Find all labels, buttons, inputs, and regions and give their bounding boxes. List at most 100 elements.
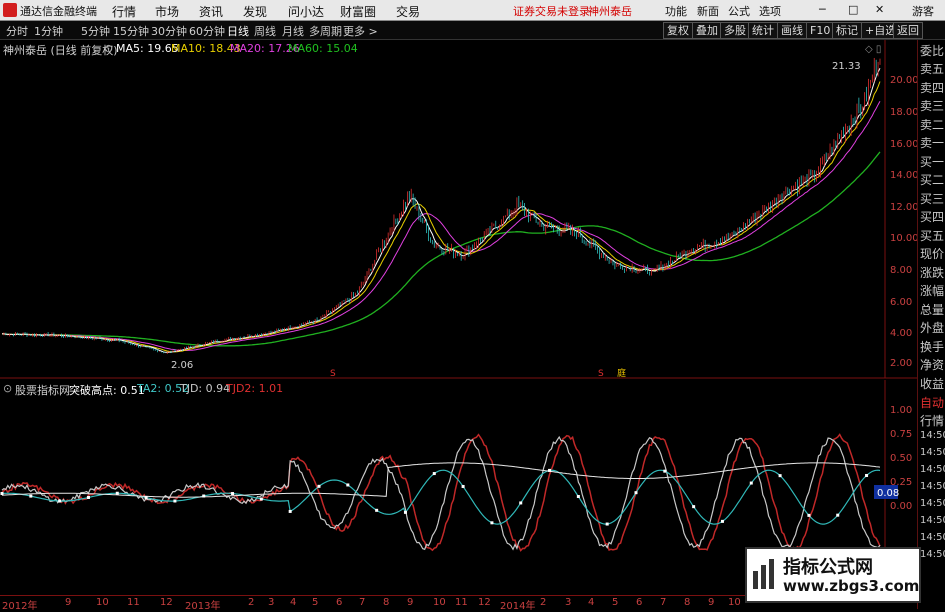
ind-tick-075: 0.75 bbox=[890, 429, 913, 440]
rp-item[interactable]: 卖三 bbox=[920, 97, 944, 114]
tab-intraday[interactable]: 分时 bbox=[6, 23, 28, 39]
breakout-dot bbox=[403, 510, 407, 514]
y-tick-6: 6.00 bbox=[890, 297, 913, 308]
menu-formula[interactable]: 公式 bbox=[728, 3, 750, 19]
breakout-dot bbox=[86, 495, 90, 499]
breakout-dot bbox=[576, 495, 580, 499]
breakout-dot bbox=[663, 469, 667, 473]
stats-button[interactable]: 统计 bbox=[748, 22, 778, 39]
watermark-url: www.zbgs3.com bbox=[783, 577, 920, 595]
rp-item[interactable]: 收益 bbox=[920, 375, 944, 392]
breakout-dot bbox=[720, 519, 724, 523]
rp-item[interactable]: 换手 bbox=[920, 338, 944, 355]
multi-stock-button[interactable]: 多股 bbox=[720, 22, 750, 39]
menu-trade[interactable]: 交易 bbox=[396, 3, 420, 20]
rp-item[interactable]: 买一 bbox=[920, 153, 944, 170]
overlay-button[interactable]: 叠加 bbox=[692, 22, 722, 39]
x-tick: 7 bbox=[359, 597, 366, 608]
draw-line-button[interactable]: 画线 bbox=[777, 22, 807, 39]
rp-item[interactable]: 净资 bbox=[920, 356, 944, 373]
tab-daily[interactable]: 日线 bbox=[227, 23, 249, 39]
rp-item[interactable]: 总量 bbox=[920, 301, 944, 318]
x-tick: 4 bbox=[290, 597, 297, 608]
ma5-line bbox=[1, 67, 881, 353]
rp-time: 14:50 bbox=[920, 464, 945, 475]
watermark-banner: 指标公式网 www.zbgs3.com bbox=[745, 547, 921, 603]
menu-quotes[interactable]: 行情 bbox=[112, 3, 136, 20]
rp-item[interactable]: 买三 bbox=[920, 190, 944, 207]
menu-options[interactable]: 选项 bbox=[759, 3, 781, 19]
close-button[interactable]: ✕ bbox=[875, 3, 884, 16]
x-tick: 10 bbox=[96, 597, 109, 608]
x-tick-2014: 2014年 bbox=[500, 601, 536, 612]
rp-item[interactable]: 委比 bbox=[920, 42, 944, 59]
menu-new-page[interactable]: 新面 bbox=[697, 3, 719, 19]
rp-time: 14:50 bbox=[920, 549, 945, 560]
rp-item[interactable]: 现价 bbox=[920, 245, 944, 262]
breakout-dot bbox=[288, 509, 292, 513]
tab-weekly[interactable]: 周线 bbox=[254, 23, 276, 39]
chart-options-icon[interactable]: ◇ ▯ bbox=[865, 44, 881, 55]
menu-ask[interactable]: 问小达 bbox=[288, 3, 324, 20]
x-tick: 5 bbox=[312, 597, 319, 608]
x-tick: 9 bbox=[708, 597, 715, 608]
ind-tick-0: 0.00 bbox=[890, 501, 913, 512]
rp-item[interactable]: 卖四 bbox=[920, 79, 944, 96]
menu-discover[interactable]: 发现 bbox=[243, 3, 267, 20]
menu-function[interactable]: 功能 bbox=[665, 3, 687, 19]
rp-item[interactable]: 买五 bbox=[920, 227, 944, 244]
maximize-button[interactable]: □ bbox=[848, 3, 858, 16]
rp-quotes[interactable]: 行情 bbox=[920, 412, 944, 429]
menu-news[interactable]: 资讯 bbox=[199, 3, 223, 20]
rp-item[interactable]: 涨跌 bbox=[920, 264, 944, 281]
tab-more[interactable]: 更多 > bbox=[343, 23, 378, 39]
rp-auto[interactable]: 自动 bbox=[920, 394, 944, 411]
rp-item[interactable]: 买二 bbox=[920, 171, 944, 188]
rp-item[interactable]: 外盘 bbox=[920, 319, 944, 336]
x-tick: 9 bbox=[407, 597, 414, 608]
breakout-dots bbox=[0, 468, 869, 526]
rp-item[interactable]: 卖二 bbox=[920, 116, 944, 133]
quote-side-panel: 委比 卖五 卖四 卖三 卖二 卖一 买一 买二 买三 买四 买五 现价 涨跌 涨… bbox=[917, 40, 945, 609]
y-tick-12: 12.00 bbox=[890, 202, 919, 213]
breakout-dot bbox=[259, 497, 263, 501]
tab-30min[interactable]: 30分钟 bbox=[151, 23, 187, 39]
tab-1min[interactable]: 1分钟 bbox=[34, 23, 63, 39]
watermark-logo-icon bbox=[753, 559, 774, 589]
back-button[interactable]: 返回 bbox=[893, 22, 923, 39]
tab-monthly[interactable]: 月线 bbox=[282, 23, 304, 39]
rp-item[interactable]: 卖一 bbox=[920, 134, 944, 151]
breakout-dot bbox=[778, 474, 782, 478]
tab-5min[interactable]: 5分钟 bbox=[81, 23, 110, 39]
menu-wealth[interactable]: 财富圈 bbox=[340, 3, 376, 20]
y-tick-8: 8.00 bbox=[890, 265, 913, 276]
ta2-line bbox=[1, 469, 881, 525]
minimize-button[interactable]: ─ bbox=[819, 3, 826, 16]
rp-time: 14:50 bbox=[920, 447, 945, 458]
candlesticks bbox=[3, 57, 881, 355]
breakout-dot bbox=[231, 492, 235, 496]
rp-item[interactable]: 买四 bbox=[920, 208, 944, 225]
adjust-button[interactable]: 复权 bbox=[663, 22, 693, 39]
mark-button[interactable]: 标记 bbox=[832, 22, 862, 39]
x-tick: 4 bbox=[588, 597, 595, 608]
y-tick-10: 10.00 bbox=[890, 233, 919, 244]
f10-button[interactable]: F10 bbox=[806, 22, 835, 39]
stock-name-title: 神州泰岳 bbox=[588, 5, 632, 18]
ind-tick-1: 1.00 bbox=[890, 405, 913, 416]
x-tick-2012: 2012年 bbox=[2, 601, 38, 612]
tab-60min[interactable]: 60分钟 bbox=[189, 23, 225, 39]
rp-time: 14:50 bbox=[920, 430, 945, 441]
kline-chart[interactable]: 21.33 2.06 S S 庭 ◇ ▯ bbox=[0, 40, 917, 380]
breakout-dot bbox=[58, 499, 62, 503]
breakout-dot bbox=[490, 521, 494, 525]
breakout-dot bbox=[432, 472, 436, 476]
login-notice[interactable]: 证券交易未登录 bbox=[513, 3, 590, 19]
rp-item[interactable]: 卖五 bbox=[920, 60, 944, 77]
menu-market[interactable]: 市场 bbox=[155, 3, 179, 20]
y-tick-20: 20.00 bbox=[890, 75, 919, 86]
tab-15min[interactable]: 15分钟 bbox=[113, 23, 149, 39]
rp-item[interactable]: 涨幅 bbox=[920, 282, 944, 299]
tab-multi-period[interactable]: 多周期 bbox=[309, 23, 342, 39]
user-label[interactable]: 游客 bbox=[912, 3, 934, 19]
